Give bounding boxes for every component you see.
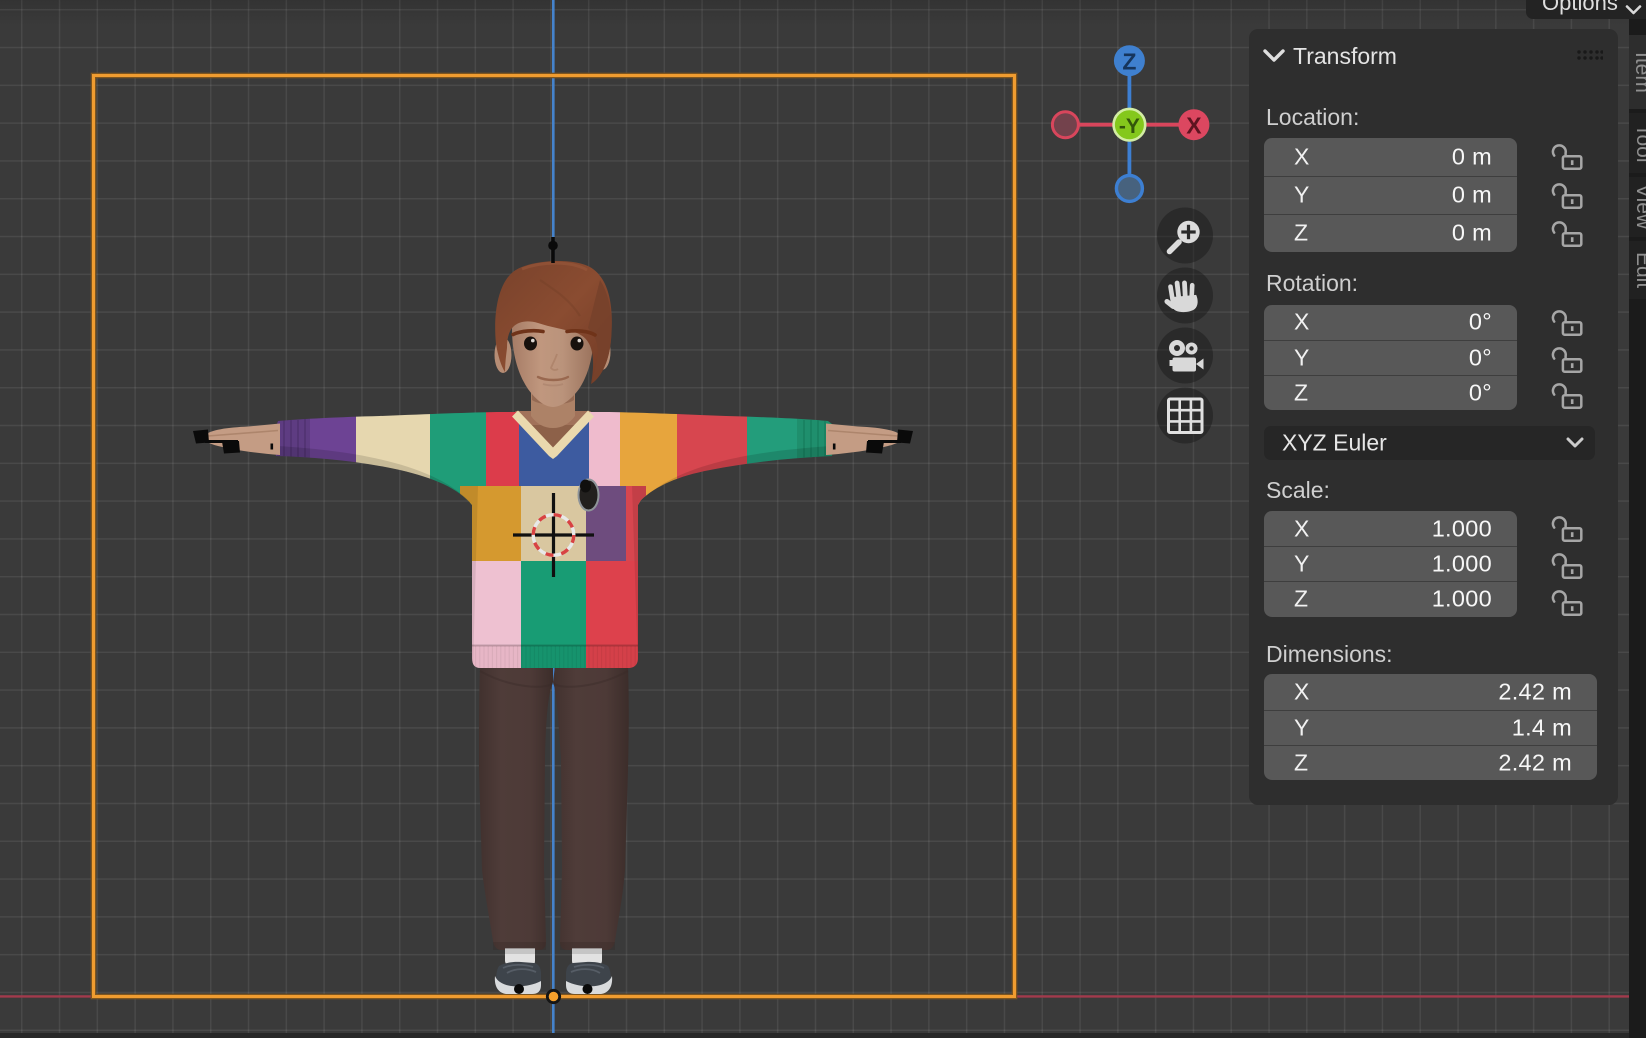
svg-text:Z: Z xyxy=(1122,49,1136,75)
svg-text:-Y: -Y xyxy=(1119,115,1140,138)
svg-text:X: X xyxy=(1186,113,1202,139)
